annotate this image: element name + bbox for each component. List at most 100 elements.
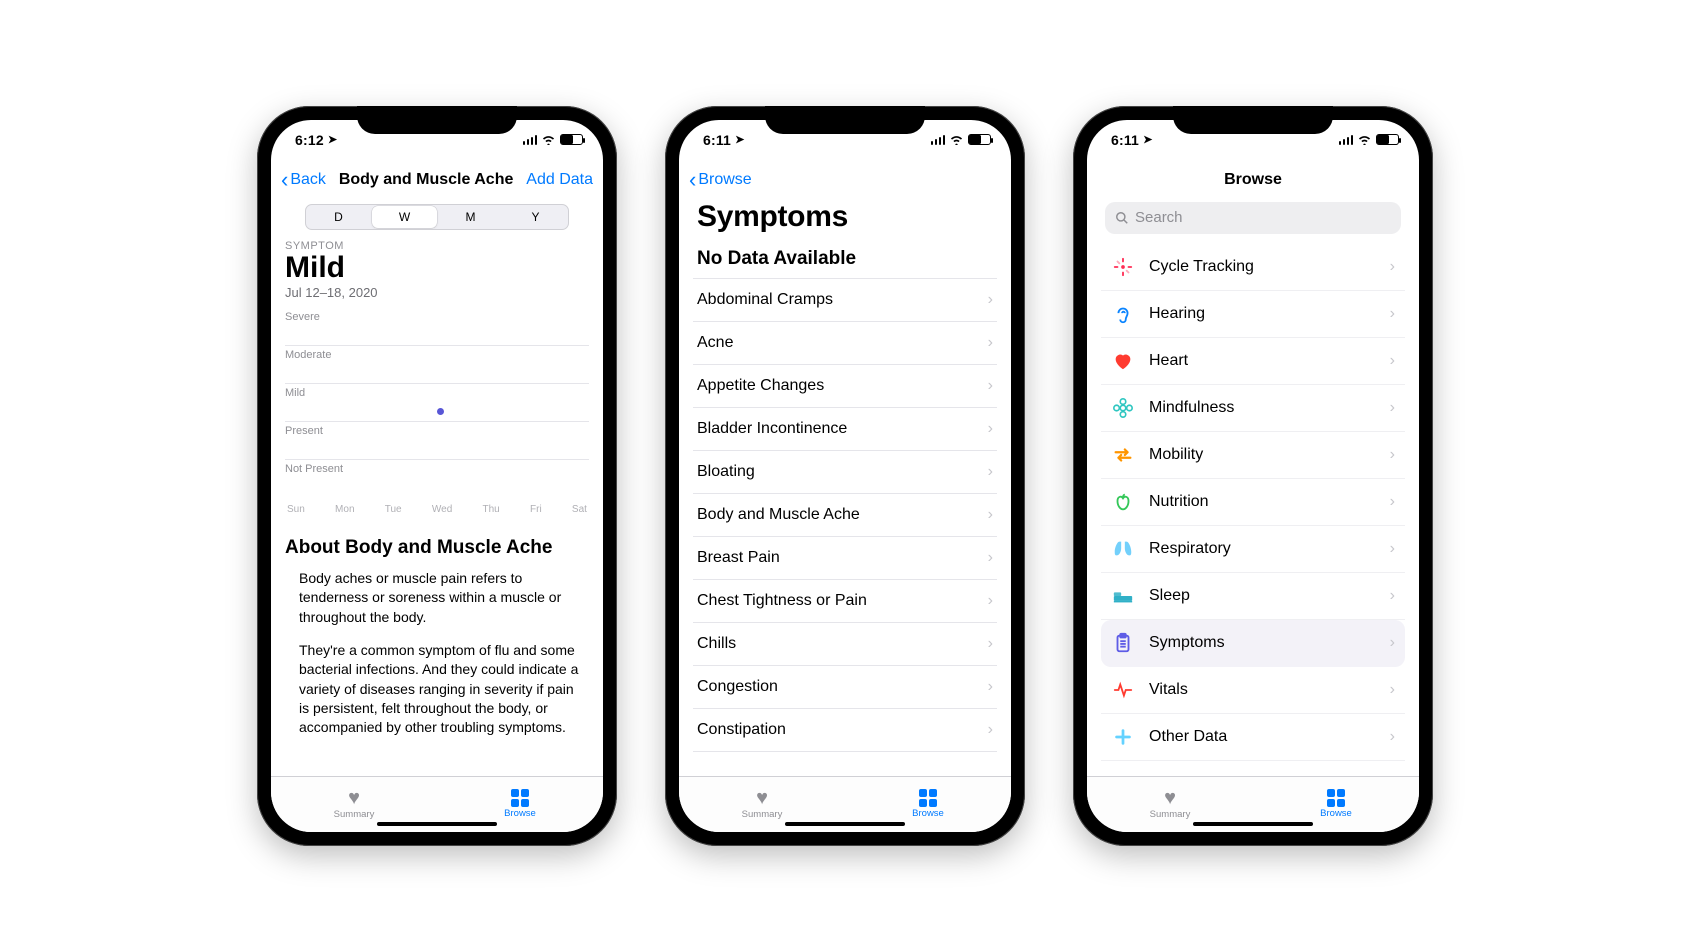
severity-value: Mild xyxy=(285,252,589,284)
device-notch xyxy=(1173,106,1333,134)
search-input[interactable]: Search xyxy=(1105,202,1401,234)
home-indicator[interactable] xyxy=(1193,822,1313,826)
symptom-row[interactable]: Breast Pain› xyxy=(693,537,997,580)
nav-title: Body and Muscle Ache xyxy=(326,171,526,189)
date-range: Jul 12–18, 2020 xyxy=(285,285,589,300)
symptom-label: Chills xyxy=(697,635,736,653)
category-row-respiratory[interactable]: Respiratory› xyxy=(1101,526,1405,573)
category-row-heart[interactable]: Heart› xyxy=(1101,338,1405,385)
category-row-hearing[interactable]: Hearing› xyxy=(1101,291,1405,338)
tab-browse-label: Browse xyxy=(1320,808,1352,819)
chevron-right-icon: › xyxy=(1390,399,1395,417)
arrows-icon xyxy=(1111,443,1135,467)
category-label: Vitals xyxy=(1149,681,1376,699)
category-label: Nutrition xyxy=(1149,493,1376,511)
chevron-right-icon: › xyxy=(988,291,993,309)
symptoms-list: Abdominal Cramps›Acne›Appetite Changes›B… xyxy=(693,278,997,752)
chart-day-sun: Sun xyxy=(287,504,305,515)
category-row-cycle-tracking[interactable]: Cycle Tracking› xyxy=(1101,244,1405,291)
symptom-row[interactable]: Abdominal Cramps › xyxy=(693,278,997,322)
category-label: Mindfulness xyxy=(1149,399,1376,417)
category-label: Other Data xyxy=(1149,728,1376,746)
category-row-symptoms[interactable]: Symptoms› xyxy=(1101,620,1405,667)
symptom-label: Breast Pain xyxy=(697,549,780,567)
battery-icon xyxy=(1376,134,1399,145)
symptom-row[interactable]: Congestion› xyxy=(693,666,997,709)
chevron-right-icon: › xyxy=(1390,352,1395,370)
symptom-row[interactable]: Constipation› xyxy=(693,709,997,752)
chevron-right-icon: › xyxy=(988,678,993,696)
chart-data-point xyxy=(437,408,444,415)
chart-day-mon: Mon xyxy=(335,504,354,515)
chart-day-tue: Tue xyxy=(385,504,402,515)
plus-icon xyxy=(1111,725,1135,749)
nav-bar: ‹ Back Body and Muscle Ache Add Data xyxy=(271,160,603,200)
grid-icon xyxy=(919,789,937,807)
tab-summary-label: Summary xyxy=(1150,809,1191,820)
symptom-row[interactable]: Bloating› xyxy=(693,451,997,494)
device-notch xyxy=(357,106,517,134)
symptom-row[interactable]: Chest Tightness or Pain › xyxy=(693,580,997,623)
about-paragraph-2: They're a common symptom of flu and some… xyxy=(299,641,587,738)
symptom-label: Body and Muscle Ache xyxy=(697,506,860,524)
about-heading: About Body and Muscle Ache xyxy=(285,537,589,559)
category-row-mindfulness[interactable]: Mindfulness › xyxy=(1101,385,1405,432)
phone-detail-view: 6:12 ➤ ‹ Back Body and Muscle Ache Add D… xyxy=(257,106,617,846)
symptom-label: Chest Tightness or Pain xyxy=(697,592,867,610)
cellular-signal-icon xyxy=(931,134,946,145)
chevron-right-icon: › xyxy=(1390,587,1395,605)
tab-summary-label: Summary xyxy=(334,809,375,820)
symptom-row[interactable]: Acne› xyxy=(693,322,997,365)
device-notch xyxy=(765,106,925,134)
symptom-row[interactable]: Appetite Changes› xyxy=(693,365,997,408)
wifi-icon xyxy=(949,134,964,145)
chart-level-present: Present xyxy=(285,422,323,437)
category-row-vitals[interactable]: Vitals› xyxy=(1101,667,1405,714)
symptom-label: Abdominal Cramps xyxy=(697,291,833,309)
chevron-right-icon: › xyxy=(1390,728,1395,746)
chevron-right-icon: › xyxy=(988,592,993,610)
chart-level-severe: Severe xyxy=(285,308,320,323)
category-row-sleep[interactable]: Sleep› xyxy=(1101,573,1405,620)
status-time: 6:11 xyxy=(1111,132,1139,148)
chevron-right-icon: › xyxy=(988,635,993,653)
nav-bar: ‹ Browse xyxy=(679,160,1011,200)
chevron-right-icon: › xyxy=(988,506,993,524)
bed-icon xyxy=(1111,584,1135,608)
category-row-other-data[interactable]: Other Data › xyxy=(1101,714,1405,761)
time-range-segmented-control[interactable]: D W M Y xyxy=(305,204,569,230)
category-label: Symptoms xyxy=(1149,634,1376,652)
phone-symptoms-list: 6:11 ➤ ‹ Browse Symptoms No Data Availab… xyxy=(665,106,1025,846)
category-row-mobility[interactable]: Mobility› xyxy=(1101,432,1405,479)
home-indicator[interactable] xyxy=(377,822,497,826)
chevron-right-icon: › xyxy=(1390,493,1395,511)
page-title: Symptoms xyxy=(697,200,997,234)
home-indicator[interactable] xyxy=(785,822,905,826)
symptom-label: Bladder Incontinence xyxy=(697,420,847,438)
grid-icon xyxy=(1327,789,1345,807)
segment-year[interactable]: Y xyxy=(503,205,568,229)
tab-summary-label: Summary xyxy=(742,809,783,820)
status-time: 6:12 xyxy=(295,132,324,148)
segment-day[interactable]: D xyxy=(306,205,371,229)
category-list: Cycle Tracking›Hearing›Heart›Mindfulness… xyxy=(1101,244,1405,761)
ear-icon xyxy=(1111,302,1135,326)
symptom-label: Acne xyxy=(697,334,733,352)
cycle-icon xyxy=(1111,255,1135,279)
back-button[interactable]: ‹ Back xyxy=(281,169,326,191)
symptom-row[interactable]: Body and Muscle Ache › xyxy=(693,494,997,537)
segment-month[interactable]: M xyxy=(438,205,503,229)
symptom-row[interactable]: Chills › xyxy=(693,623,997,666)
flower-icon xyxy=(1111,396,1135,420)
back-label: Browse xyxy=(698,171,751,189)
category-row-nutrition[interactable]: Nutrition › xyxy=(1101,479,1405,526)
chart-x-axis: Sun Mon Tue Wed Thu Fri Sat xyxy=(285,504,589,515)
add-data-button[interactable]: Add Data xyxy=(526,171,593,189)
back-button[interactable]: ‹ Browse xyxy=(689,169,752,191)
symptom-row[interactable]: Bladder Incontinence› xyxy=(693,408,997,451)
cellular-signal-icon xyxy=(523,134,538,145)
chevron-right-icon: › xyxy=(988,377,993,395)
segment-week[interactable]: W xyxy=(372,206,437,228)
heart-icon xyxy=(1111,349,1135,373)
chart-day-wed: Wed xyxy=(432,504,452,515)
